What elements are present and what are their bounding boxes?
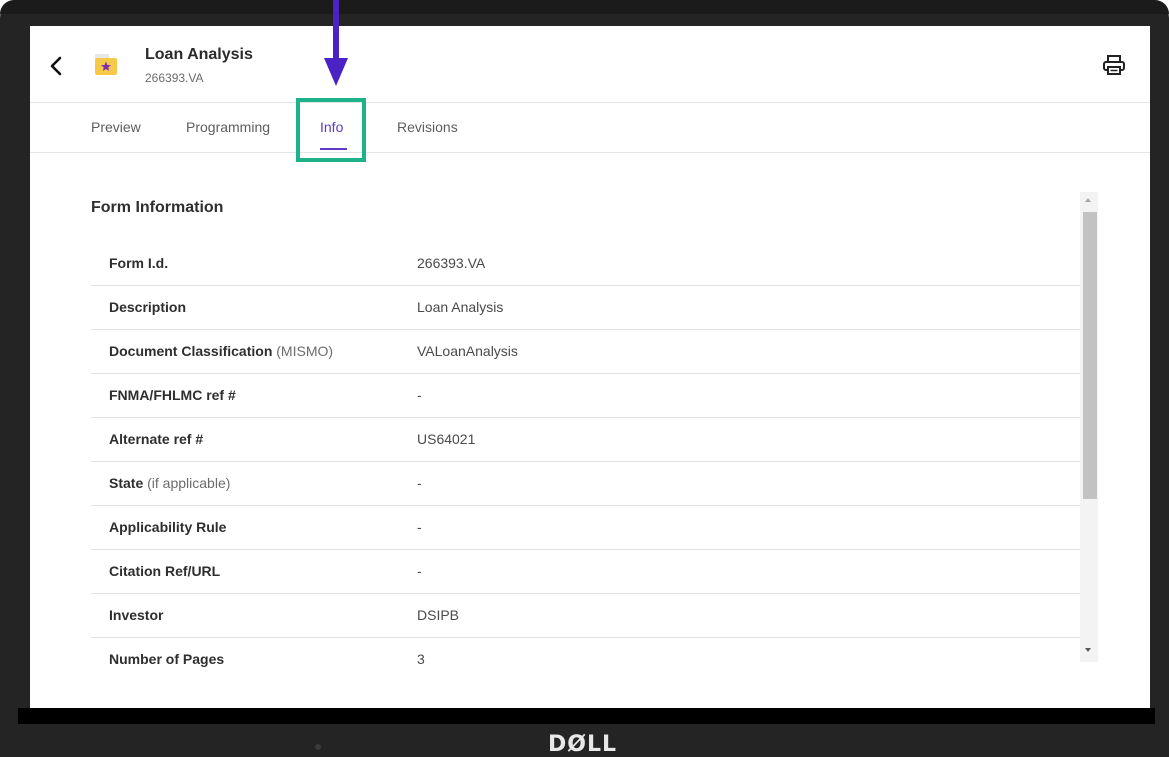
table-row: Citation Ref/URL - [91, 550, 1080, 594]
row-label: Citation Ref/URL [109, 563, 221, 579]
app-screen: Loan Analysis 266393.VA Preview Programm… [30, 26, 1150, 708]
tab-preview[interactable]: Preview [91, 119, 141, 135]
table-row: FNMA/FHLMC ref # - [91, 374, 1080, 418]
info-content: Form Information Form I.d. 266393.VA Des… [30, 153, 1150, 708]
form-information-table: Form I.d. 266393.VA Description Loan Ana… [91, 242, 1080, 681]
row-label: State (if applicable) [109, 475, 231, 491]
page-header: Loan Analysis 266393.VA [30, 26, 1150, 103]
section-title: Form Information [91, 199, 224, 216]
chevron-left-icon [50, 56, 62, 76]
table-row: Number of Pages 3 [91, 638, 1080, 681]
form-id-subtitle: 266393.VA [145, 71, 204, 85]
row-label: Document Classification (MISMO) [109, 343, 334, 359]
camera-lens [315, 744, 321, 750]
row-label: Alternate ref # [109, 431, 204, 447]
brand-logo: DØLL [548, 732, 618, 757]
scroll-down-icon[interactable] [1085, 648, 1091, 652]
table-row: State (if applicable) - [91, 462, 1080, 506]
annotation-highlight-box [296, 98, 366, 162]
page-title: Loan Analysis [145, 46, 253, 63]
table-row: Document Classification (MISMO) VALoanAn… [91, 330, 1080, 374]
tab-programming[interactable]: Programming [186, 119, 270, 135]
scroll-up-icon[interactable] [1085, 198, 1091, 202]
bezel-top-edge [0, 0, 1169, 14]
row-value: - [417, 519, 422, 535]
table-row: Description Loan Analysis [91, 286, 1080, 330]
row-label: Number of Pages [109, 651, 225, 667]
row-value: DSIPB [417, 607, 460, 623]
row-value: - [417, 387, 422, 403]
row-qualifier: (MISMO) [276, 343, 334, 359]
row-value: 266393.VA [417, 255, 486, 271]
row-qualifier: (if applicable) [147, 475, 231, 491]
tab-bar: Preview Programming Info Revisions [30, 103, 1150, 153]
row-value: US64021 [417, 431, 476, 447]
row-label: FNMA/FHLMC ref # [109, 387, 236, 403]
table-row: Applicability Rule - [91, 506, 1080, 550]
scrollbar-thumb[interactable] [1083, 212, 1097, 499]
table-row: Investor DSIPB [91, 594, 1080, 638]
row-value: VALoanAnalysis [417, 343, 518, 359]
table-row: Alternate ref # US64021 [91, 418, 1080, 462]
annotation-arrow-icon [324, 0, 348, 86]
screen-bottom-edge [18, 708, 1155, 724]
row-label: Applicability Rule [109, 519, 227, 535]
row-value: - [417, 563, 422, 579]
table-row: Form I.d. 266393.VA [91, 242, 1080, 286]
tab-revisions[interactable]: Revisions [397, 119, 458, 135]
row-value: Loan Analysis [417, 299, 504, 315]
row-label: Investor [109, 607, 164, 623]
row-value: - [417, 475, 422, 491]
back-button[interactable] [46, 53, 68, 79]
row-label: Form I.d. [109, 255, 169, 271]
row-value: 3 [417, 651, 425, 667]
print-button[interactable] [1102, 54, 1126, 76]
folder-star-icon [92, 50, 120, 78]
row-label: Description [109, 299, 187, 315]
printer-icon [1103, 55, 1125, 75]
